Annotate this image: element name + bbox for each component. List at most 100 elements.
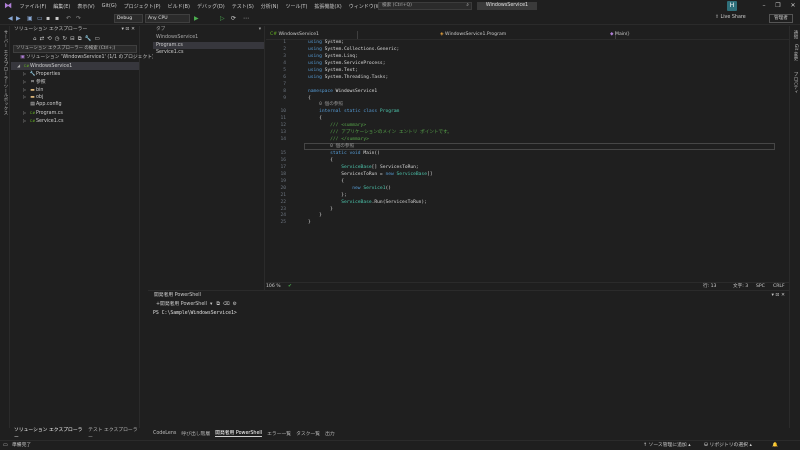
tree-item[interactable]: ▷ C#Service1.cs <box>11 117 139 125</box>
code-line[interactable]: internal static class Program <box>308 109 452 116</box>
live-share-button[interactable]: ⇪ Live Share <box>715 15 746 20</box>
tab-program-cs[interactable]: Program.cs <box>153 41 264 49</box>
code-line[interactable]: new Service1() <box>308 186 452 193</box>
show-all-files-icon[interactable]: ⧉ <box>78 36 82 43</box>
code-line[interactable]: { <box>308 158 452 165</box>
tree-item[interactable]: ▷ ⌗ 参照 <box>11 78 139 86</box>
redo-icon[interactable]: ↷ <box>76 15 81 22</box>
refresh-icon[interactable]: ↻ <box>63 36 68 42</box>
menu-item[interactable]: 分析(N) <box>257 3 282 10</box>
code-line[interactable]: } <box>308 207 452 214</box>
menu-item[interactable]: テスト(S) <box>228 3 257 10</box>
forward-icon[interactable]: ▶ <box>16 15 21 22</box>
tab-solution-explorer[interactable]: ソリューション エクスプローラー <box>14 426 85 441</box>
notification-bell-icon[interactable]: 🔔 <box>772 441 778 450</box>
menu-item[interactable]: プロジェクト(P) <box>120 3 164 10</box>
toolbox-tab[interactable]: ツールボックス <box>2 84 8 115</box>
bottom-tab[interactable]: 呼び出し階層 <box>181 430 210 437</box>
bottom-tab[interactable]: タスク一覧 <box>296 430 320 437</box>
server-explorer-tab[interactable]: サーバー エクスプローラー <box>2 30 8 84</box>
code-line[interactable]: using System.Text; <box>308 68 452 75</box>
open-folder-icon[interactable]: ▭ <box>37 15 43 22</box>
panel-options-icon[interactable]: ▾ ⊡ ✕ <box>122 26 136 34</box>
menu-item[interactable]: 表示(V) <box>74 3 98 10</box>
dropdown-arrow-icon[interactable]: ▾ <box>210 300 212 310</box>
bottom-tab[interactable]: エラー一覧 <box>267 430 291 437</box>
tabs-options-icon[interactable]: ▾ <box>259 26 261 34</box>
terminal-panel-options-icon[interactable]: ▾ ⊡ ✕ <box>772 291 786 300</box>
tree-item[interactable]: ▷ C#Program.cs <box>11 109 139 117</box>
configuration-dropdown[interactable]: Debug <box>114 14 143 23</box>
code-line[interactable] <box>308 82 452 89</box>
back-icon[interactable]: ◀ <box>8 15 13 22</box>
code-line[interactable]: 0 個の参照 <box>308 144 452 151</box>
code-line[interactable]: namespace WindowsService1 <box>308 89 452 96</box>
reference-count-link[interactable]: 0 個の参照 <box>308 102 343 107</box>
save-all-icon[interactable]: ▪ <box>55 15 59 22</box>
search-box[interactable]: 検索 (Ctrl+Q) ⌕ <box>378 2 472 10</box>
history-icon[interactable]: ◷ <box>55 36 60 42</box>
properties-tab[interactable]: プロパティ <box>792 72 798 94</box>
code-line[interactable]: using System.Threading.Tasks; <box>308 75 452 82</box>
save-icon[interactable]: ▪ <box>46 15 50 22</box>
source-control-button[interactable]: ↑ ソース管理に追加 ▴ <box>643 441 691 450</box>
switch-view-icon[interactable]: ⇄ <box>40 36 45 42</box>
new-item-icon[interactable]: ▣ <box>27 15 33 22</box>
code-line[interactable]: ServicesToRun = new ServiceBase[] <box>308 172 452 179</box>
menu-item[interactable]: Git(G) <box>98 3 120 9</box>
close-button[interactable]: ✕ <box>786 0 800 12</box>
tree-item[interactable]: ▷ ▬bin <box>11 86 139 94</box>
properties-icon[interactable]: 🔧 <box>85 36 92 42</box>
code-line[interactable]: } <box>308 213 452 220</box>
restore-button[interactable]: ❐ <box>771 0 785 12</box>
code-line[interactable]: using System; <box>308 40 452 47</box>
code-line[interactable]: static void Main() <box>308 151 452 158</box>
menu-item[interactable]: ファイル(F) <box>16 3 50 10</box>
tab-service1-cs[interactable]: Service1.cs <box>153 49 264 57</box>
collapse-all-icon[interactable]: ⊟ <box>70 36 75 42</box>
code-editor[interactable]: C# WindowsService1 ◈ WindowsService1.Pro… <box>266 26 789 290</box>
menu-item[interactable]: 編集(E) <box>50 3 74 10</box>
preview-icon[interactable]: ▭ <box>95 36 100 42</box>
reference-count-link[interactable]: 0 個の参照 <box>308 144 354 149</box>
terminal-type-dropdown[interactable]: 開発者用 PowerShell <box>160 300 207 310</box>
solution-search-input[interactable]: ソリューション エクスプローラー の検索 (Ctrl+;) <box>13 45 137 53</box>
menu-item[interactable]: デバッグ(D) <box>193 3 228 10</box>
tree-item[interactable]: ▷ 🔧Properties <box>11 70 139 78</box>
code-content[interactable]: using System; using System.Collections.Ge… <box>308 40 452 227</box>
bottom-tab[interactable]: 開発者用 PowerShell <box>215 429 263 437</box>
member-nav-dropdown[interactable]: ◆ Main() <box>606 31 782 39</box>
zoom-level[interactable]: 106 % <box>266 283 282 289</box>
minimize-button[interactable]: – <box>757 0 771 12</box>
class-nav-dropdown[interactable]: ◈ WindowsService1.Program <box>436 31 616 39</box>
terminal-settings-icon[interactable]: ⚙ <box>233 300 237 310</box>
split-terminal-icon[interactable]: ⧉ <box>216 300 219 310</box>
tab-test-explorer[interactable]: テスト エクスプローラー <box>88 426 140 440</box>
bottom-tab[interactable]: CodeLens <box>153 431 176 436</box>
code-line[interactable]: using System.Linq; <box>308 54 452 61</box>
platform-dropdown[interactable]: Any CPU <box>145 14 190 23</box>
repository-button[interactable]: ⛁ リポジトリの選択 ▴ <box>704 441 752 450</box>
notifications-tab[interactable]: 通知 <box>792 30 798 39</box>
menu-item[interactable]: ビルド(B) <box>164 3 193 10</box>
toolbar-extra-icon[interactable]: ⋯ <box>243 15 249 22</box>
code-line[interactable]: ServiceBase[] ServicesToRun; <box>308 165 452 172</box>
code-line[interactable]: }; <box>308 193 452 200</box>
tree-item[interactable]: ▷ ▬obj <box>11 93 139 101</box>
bottom-tab[interactable]: 出力 <box>325 430 335 437</box>
start-without-debug-icon[interactable]: ▷ <box>220 15 225 22</box>
home-icon[interactable]: ⌂ <box>33 36 37 42</box>
code-line[interactable]: using System.Collections.Generic; <box>308 47 452 54</box>
tree-item[interactable]: ▣ソリューション 'WindowsService1' (1/1 のプロジェクト) <box>11 54 154 62</box>
menu-item[interactable]: 拡張機能(X) <box>311 3 345 10</box>
visual-studio-logo-icon[interactable]: ⧓ <box>3 1 13 11</box>
clear-terminal-icon[interactable]: ⌫ <box>223 300 230 310</box>
terminal-prompt[interactable]: PS C:\Sample\WindowsService1> <box>148 310 789 318</box>
git-changes-tab[interactable]: Git 変更 <box>792 44 798 61</box>
sync-icon[interactable]: ⟲ <box>47 36 52 42</box>
project-nav-dropdown[interactable]: C# WindowsService1 <box>266 31 358 39</box>
tree-item[interactable]: ▤App.config <box>11 101 139 109</box>
hot-reload-icon[interactable]: ⟳ <box>231 15 236 22</box>
code-line[interactable]: using System.ServiceProcess; <box>308 61 452 68</box>
code-line[interactable]: } <box>308 220 452 227</box>
